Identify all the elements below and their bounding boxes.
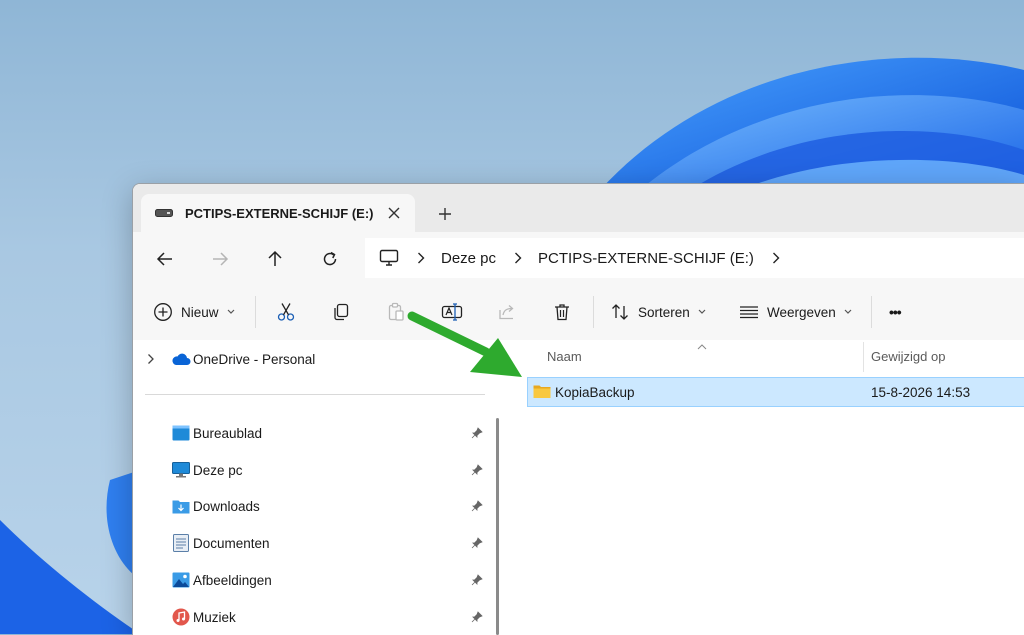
- this-pc-icon: [379, 248, 399, 268]
- refresh-icon: [323, 251, 337, 266]
- sidebar-item-onedrive[interactable]: OneDrive - Personal: [133, 345, 489, 373]
- sort-arrows-icon: [612, 304, 628, 320]
- pictures-icon: [171, 571, 191, 589]
- command-bar: Nieuw Sorteren Weergeven •••: [133, 284, 1024, 341]
- pin-icon[interactable]: [471, 499, 485, 513]
- sidebar-item-label: Afbeeldingen: [193, 572, 272, 588]
- sidebar-item-label: Downloads: [193, 498, 260, 514]
- share-button[interactable]: [497, 298, 517, 326]
- sidebar-divider: [145, 394, 485, 395]
- downloads-folder-icon: [171, 497, 191, 515]
- tab-drive[interactable]: PCTIPS-EXTERNE-SCHIJF (E:): [141, 194, 415, 232]
- sort-label: Sorteren: [638, 304, 690, 320]
- chevron-down-icon: [698, 309, 706, 315]
- drive-icon: [155, 208, 173, 218]
- share-icon: [499, 305, 514, 320]
- pin-icon[interactable]: [471, 610, 485, 624]
- navigation-pane: OneDrive - Personal Bureaublad Deze pc D…: [133, 340, 499, 635]
- column-separator[interactable]: [863, 342, 864, 372]
- sidebar-item-label: Bureaublad: [193, 425, 263, 441]
- breadcrumb-this-pc[interactable]: Deze pc: [441, 250, 496, 267]
- sidebar-item-pictures[interactable]: Afbeeldingen: [133, 566, 489, 594]
- refresh-button[interactable]: [316, 245, 344, 273]
- trash-icon: [555, 304, 569, 321]
- address-bar[interactable]: Deze pc PCTIPS-EXTERNE-SCHIJF (E:): [365, 238, 1024, 278]
- sort-caret-up-icon: [697, 338, 707, 353]
- rename-button[interactable]: [441, 298, 463, 326]
- sidebar-item-music[interactable]: Muziek: [133, 603, 489, 631]
- cut-button[interactable]: [276, 298, 296, 326]
- copy-icon: [334, 303, 349, 321]
- forward-arrow-icon: [213, 252, 229, 266]
- forward-button[interactable]: [206, 245, 234, 273]
- chevron-right-icon[interactable]: [772, 252, 782, 264]
- up-button[interactable]: [261, 245, 289, 273]
- scissors-icon: [277, 303, 295, 321]
- table-row[interactable]: KopiaBackup 15-8-2026 14:53: [527, 377, 1024, 407]
- pin-icon[interactable]: [471, 463, 485, 477]
- tab-bar: PCTIPS-EXTERNE-SCHIJF (E:): [133, 184, 1024, 232]
- content-area: OneDrive - Personal Bureaublad Deze pc D…: [133, 340, 1024, 635]
- folder-icon: [533, 385, 551, 398]
- new-button[interactable]: Nieuw: [153, 298, 235, 326]
- more-dots-icon: •••: [889, 304, 902, 320]
- column-name-header[interactable]: Naam: [547, 349, 582, 364]
- view-list-icon: [740, 306, 758, 319]
- column-modified-header[interactable]: Gewijzigd op: [871, 349, 945, 364]
- back-arrow-icon: [156, 252, 172, 266]
- sidebar-item-label: Muziek: [193, 609, 236, 625]
- documents-icon: [171, 534, 191, 552]
- paste-clipboard-icon: [388, 302, 404, 321]
- new-plus-circle-icon: [154, 303, 172, 321]
- pin-icon[interactable]: [471, 426, 485, 440]
- view-label: Weergeven: [767, 304, 836, 320]
- up-arrow-icon: [268, 250, 282, 266]
- more-options-button[interactable]: •••: [889, 298, 902, 326]
- pin-icon[interactable]: [471, 536, 485, 550]
- sidebar-item-downloads[interactable]: Downloads: [133, 492, 489, 520]
- breadcrumb-drive[interactable]: PCTIPS-EXTERNE-SCHIJF (E:): [538, 250, 754, 267]
- toolbar-divider: [255, 296, 256, 328]
- monitor-icon: [171, 461, 191, 479]
- view-button[interactable]: Weergeven: [739, 298, 852, 326]
- sidebar-item-label: Deze pc: [193, 462, 243, 478]
- copy-button[interactable]: [331, 298, 351, 326]
- sidebar-item-documents[interactable]: Documenten: [133, 529, 489, 557]
- sidebar-item-desktop[interactable]: Bureaublad: [133, 419, 489, 447]
- sort-button[interactable]: Sorteren: [610, 298, 706, 326]
- toolbar-divider: [871, 296, 872, 328]
- sidebar-item-label: Documenten: [193, 535, 270, 551]
- expand-chevron-icon[interactable]: [147, 353, 155, 365]
- music-icon: [171, 608, 191, 626]
- chevron-down-icon: [227, 309, 235, 315]
- sidebar-scrollbar[interactable]: [496, 418, 499, 635]
- file-explorer-window: PCTIPS-EXTERNE-SCHIJF (E:) Deze pc PCTIP…: [132, 183, 1024, 635]
- tab-title: PCTIPS-EXTERNE-SCHIJF (E:): [185, 205, 374, 221]
- close-tab-icon[interactable]: [383, 202, 405, 224]
- new-tab-button[interactable]: [433, 202, 457, 226]
- paste-button[interactable]: [386, 298, 406, 326]
- file-list: Naam Gewijzigd op KopiaBackup 15-8-2026 …: [503, 340, 1024, 635]
- delete-button[interactable]: [552, 298, 572, 326]
- pin-icon[interactable]: [471, 573, 485, 587]
- new-label: Nieuw: [181, 304, 219, 320]
- chevron-right-icon: [417, 252, 427, 264]
- rename-icon: [441, 303, 463, 321]
- onedrive-cloud-icon: [171, 350, 191, 368]
- chevron-down-icon: [844, 309, 852, 315]
- file-name: KopiaBackup: [555, 384, 635, 400]
- sidebar-item-label: OneDrive - Personal: [193, 351, 316, 367]
- chevron-right-icon: [514, 252, 524, 264]
- desktop-icon: [171, 424, 191, 442]
- navigation-bar: Deze pc PCTIPS-EXTERNE-SCHIJF (E:): [133, 232, 1024, 284]
- back-button[interactable]: [151, 245, 179, 273]
- file-modified-date: 15-8-2026 14:53: [871, 384, 971, 400]
- column-header: Naam Gewijzigd op: [503, 340, 1024, 374]
- sidebar-item-this-pc[interactable]: Deze pc: [133, 456, 489, 484]
- toolbar-divider: [593, 296, 594, 328]
